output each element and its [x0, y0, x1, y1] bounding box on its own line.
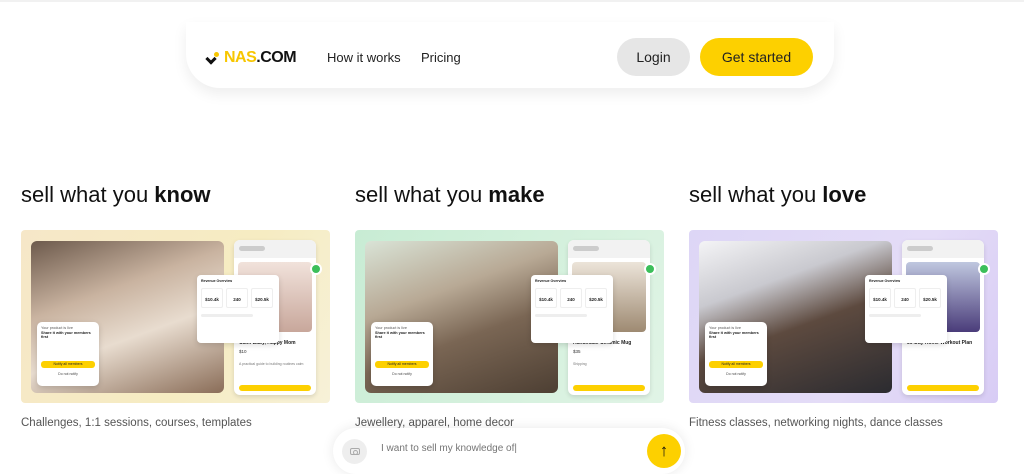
sell-prompt-input[interactable] — [381, 443, 621, 454]
caption-love: Fitness classes, networking nights, danc… — [689, 417, 943, 429]
overview-stat: $20.5k — [919, 288, 941, 308]
buy-button — [907, 385, 979, 391]
logo[interactable]: NAS.COM — [207, 49, 297, 67]
overview-stat: 240 — [894, 288, 916, 308]
get-started-button[interactable]: Get started — [700, 38, 813, 76]
revenue-overview-card: Revenue Overview $10.4k 240 $20.5k — [531, 275, 613, 343]
top-navigation: NAS.COM How it works Pricing Login Get s… — [186, 22, 834, 88]
heading-prefix: sell what you — [355, 182, 489, 207]
overview-stat: 240 — [226, 288, 248, 308]
overview-title: Revenue Overview — [535, 279, 567, 283]
overview-stat: $10.4k — [535, 288, 557, 308]
overview-stat: $10.4k — [869, 288, 891, 308]
product-description: A practical guide to building routines c… — [239, 362, 304, 366]
buy-button — [239, 385, 311, 391]
logo-text: NAS.COM — [224, 49, 297, 67]
nav-link-how-it-works[interactable]: How it works — [327, 50, 401, 65]
check-icon — [310, 263, 322, 275]
overview-row — [869, 314, 921, 317]
showcase-card-love[interactable]: 30-Day Home Workout Plan Revenue Overvie… — [689, 230, 998, 403]
heading-keyword: know — [154, 182, 211, 207]
skip-notify: Do not notify — [726, 372, 746, 376]
panel-header — [902, 240, 984, 258]
buy-button — [573, 385, 645, 391]
product-price: $35 — [573, 349, 581, 354]
revenue-overview-card: Revenue Overview $10.4k 240 $20.5k — [197, 275, 279, 343]
revenue-overview-card: Revenue Overview $10.4k 240 $20.5k — [865, 275, 947, 343]
heading-keyword: make — [488, 182, 545, 207]
overview-row — [201, 314, 253, 317]
notify-button: Notify all members — [709, 361, 763, 368]
overview-stat: $10.4k — [201, 288, 223, 308]
nav-link-pricing[interactable]: Pricing — [421, 50, 461, 65]
showcase-card-know[interactable]: Calm Baby, Happy Mom $10 A practical gui… — [21, 230, 330, 403]
caption-know: Challenges, 1:1 sessions, courses, templ… — [21, 417, 252, 429]
heading-keyword: love — [822, 182, 867, 207]
heading-sell-know: sell what you know — [21, 182, 211, 208]
top-divider — [0, 0, 1024, 2]
product-description: Shipping — [573, 362, 587, 366]
heading-prefix: sell what you — [21, 182, 155, 207]
overview-stat: $20.5k — [585, 288, 607, 308]
check-icon — [644, 263, 656, 275]
popup-line1: Your product is live — [709, 326, 741, 330]
store-badge — [239, 246, 265, 251]
notify-members-popup: Your product is live Share it with your … — [37, 322, 99, 386]
overview-stat: $20.5k — [251, 288, 273, 308]
popup-line2: Share it with your members first — [375, 331, 425, 339]
heading-sell-make: sell what you make — [355, 182, 545, 208]
panel-header — [234, 240, 316, 258]
login-button[interactable]: Login — [617, 38, 690, 76]
notify-button: Notify all members — [375, 361, 429, 368]
logo-suffix: .COM — [256, 49, 297, 66]
store-badge — [907, 246, 933, 251]
notify-members-popup: Your product is live Share it with your … — [371, 322, 433, 386]
product-price: $10 — [239, 349, 247, 354]
sell-prompt-bar: ↑ — [333, 428, 685, 474]
check-icon — [978, 263, 990, 275]
overview-title: Revenue Overview — [869, 279, 901, 283]
overview-stat: 240 — [560, 288, 582, 308]
overview-title: Revenue Overview — [201, 279, 233, 283]
notify-button: Notify all members — [41, 361, 95, 368]
skip-notify: Do not notify — [392, 372, 412, 376]
logo-check-icon — [207, 52, 221, 64]
panel-header — [568, 240, 650, 258]
popup-line2: Share it with your members first — [41, 331, 91, 339]
heading-prefix: sell what you — [689, 182, 823, 207]
popup-line1: Your product is live — [41, 326, 73, 330]
camera-icon[interactable] — [342, 439, 367, 464]
notify-members-popup: Your product is live Share it with your … — [705, 322, 767, 386]
skip-notify: Do not notify — [58, 372, 78, 376]
logo-nas: NAS — [224, 49, 257, 66]
popup-line2: Share it with your members first — [709, 331, 759, 339]
heading-sell-love: sell what you love — [689, 182, 866, 208]
overview-row — [535, 314, 587, 317]
popup-line1: Your product is live — [375, 326, 407, 330]
showcase-card-make[interactable]: Handmade Ceramic Mug $35 Shipping Revenu… — [355, 230, 664, 403]
store-badge — [573, 246, 599, 251]
send-arrow-icon[interactable]: ↑ — [647, 434, 681, 468]
